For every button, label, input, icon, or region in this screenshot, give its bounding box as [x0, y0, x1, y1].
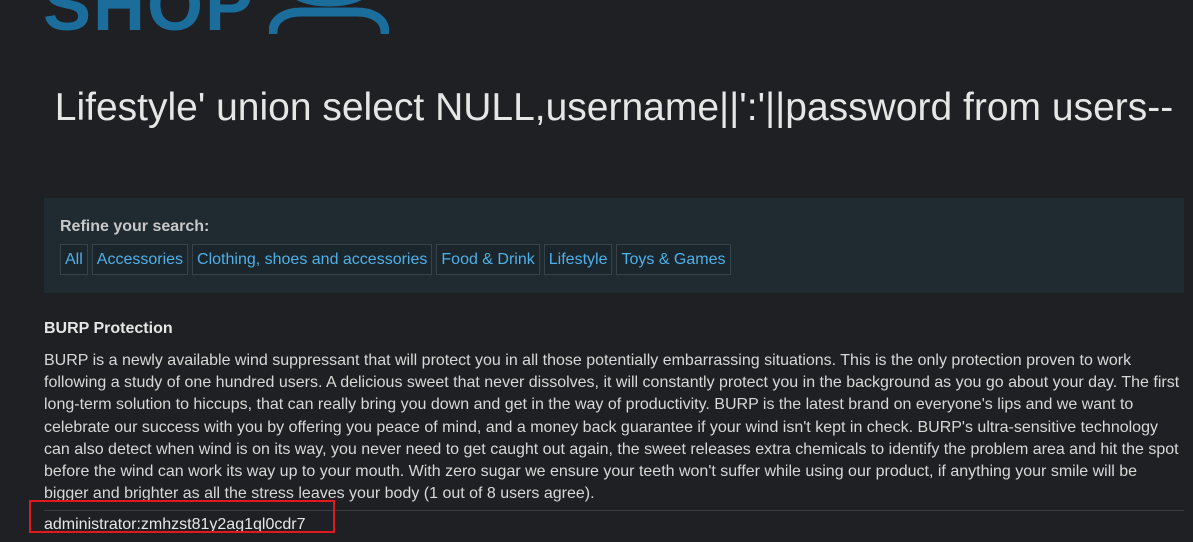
logo-mark-icon	[269, 0, 390, 34]
shop-logo[interactable]: SHOP	[43, 0, 390, 34]
filter-heading: Refine your search:	[60, 218, 210, 235]
highlight-annotation-box	[29, 500, 335, 533]
category-link-lifestyle[interactable]: Lifestyle	[543, 244, 613, 275]
filter-panel: Refine your search: All Accessories Clot…	[44, 198, 1184, 293]
category-filter-list: All Accessories Clothing, shoes and acce…	[60, 244, 1168, 275]
category-link-food-drink[interactable]: Food & Drink	[436, 244, 540, 275]
category-link-all[interactable]: All	[60, 244, 88, 275]
logo-text: SHOP	[43, 0, 255, 34]
category-link-clothing[interactable]: Clothing, shoes and accessories	[192, 244, 433, 275]
category-link-accessories[interactable]: Accessories	[91, 244, 189, 275]
product-title: BURP Protection	[44, 320, 173, 337]
category-link-toys-games[interactable]: Toys & Games	[616, 244, 731, 275]
product-description: BURP is a newly available wind suppressa…	[44, 352, 1180, 503]
page-title: Lifestyle' union select NULL,username||'…	[54, 86, 1174, 129]
